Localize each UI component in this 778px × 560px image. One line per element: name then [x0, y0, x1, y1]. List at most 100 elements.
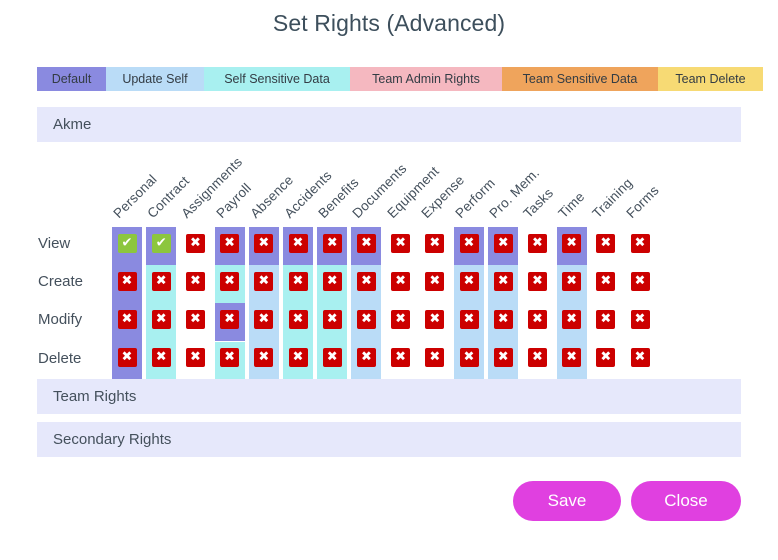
rights-cell-delete-tasks[interactable]: ✖: [527, 348, 547, 368]
rights-cell-delete-training[interactable]: ✖: [596, 348, 616, 368]
rights-cell-view-time[interactable]: ✖: [562, 233, 582, 253]
cross-icon: ✖: [224, 235, 236, 250]
cross-icon: ✖: [497, 273, 509, 289]
rights-cell-create-absence[interactable]: ✖: [254, 271, 274, 291]
rights-cell-create-time[interactable]: ✖: [562, 271, 582, 291]
rights-cell-modify-benefits[interactable]: ✖: [322, 309, 342, 329]
rights-cell-view-contract[interactable]: ✔: [151, 233, 171, 253]
rights-cell-create-expense[interactable]: ✖: [425, 271, 445, 291]
row-label-create: Create: [38, 273, 84, 291]
rights-cell-view-tasks[interactable]: ✖: [527, 233, 547, 253]
rights-cell-delete-accidents[interactable]: ✖: [288, 348, 308, 368]
rights-cell-create-tasks[interactable]: ✖: [527, 271, 547, 291]
rights-cell-modify-personal[interactable]: ✖: [117, 309, 137, 329]
accordion-secondary-rights[interactable]: Secondary Rights: [37, 422, 741, 458]
rights-cell-create-equipment[interactable]: ✖: [391, 271, 411, 291]
rights-cell-modify-time[interactable]: ✖: [562, 309, 582, 329]
cross-icon: ✖: [360, 311, 372, 327]
close-button[interactable]: Close: [631, 481, 741, 521]
rights-cell-view-benefits[interactable]: ✖: [322, 233, 342, 253]
cross-icon: ✖: [326, 349, 338, 365]
rights-cell-view-payroll[interactable]: ✖: [220, 233, 240, 253]
rights-cell-modify-pro-mem-[interactable]: ✖: [493, 309, 513, 329]
cross-icon: ✖: [463, 311, 475, 327]
rights-cell-delete-pro-mem-[interactable]: ✖: [493, 348, 513, 368]
rights-cell-view-expense[interactable]: ✖: [425, 233, 445, 253]
rights-cell-modify-equipment[interactable]: ✖: [391, 309, 411, 329]
rights-cell-create-assignments[interactable]: ✖: [185, 271, 205, 291]
cross-icon: ✖: [497, 349, 509, 365]
save-button[interactable]: Save: [513, 481, 621, 521]
accordion-team-rights[interactable]: Team Rights: [37, 379, 741, 415]
rights-cell-delete-forms[interactable]: ✖: [630, 348, 650, 368]
rights-cell-view-absence[interactable]: ✖: [254, 233, 274, 253]
rights-cell-create-pro-mem-[interactable]: ✖: [493, 271, 513, 291]
rights-cell-modify-payroll[interactable]: ✖: [220, 309, 240, 329]
rights-cell-delete-time[interactable]: ✖: [562, 348, 582, 368]
cross-icon: ✖: [600, 311, 612, 327]
rights-cell-delete-benefits[interactable]: ✖: [322, 348, 342, 368]
rights-cell-delete-absence[interactable]: ✖: [254, 348, 274, 368]
rights-cell-delete-personal[interactable]: ✖: [117, 348, 137, 368]
rights-cell-modify-accidents[interactable]: ✖: [288, 309, 308, 329]
rights-cell-modify-expense[interactable]: ✖: [425, 309, 445, 329]
cross-icon: ✖: [634, 273, 646, 289]
cross-icon: ✖: [189, 235, 201, 250]
rights-cell-create-documents[interactable]: ✖: [356, 271, 376, 291]
cross-icon: ✖: [497, 311, 509, 327]
accordion-team-rights-label: Team Rights: [53, 388, 137, 405]
accordion-secondary-rights-label: Secondary Rights: [53, 431, 172, 448]
rights-cell-modify-training[interactable]: ✖: [596, 309, 616, 329]
rights-cell-delete-assignments[interactable]: ✖: [185, 348, 205, 368]
rights-cell-delete-perform[interactable]: ✖: [459, 348, 479, 368]
rights-cell-modify-tasks[interactable]: ✖: [527, 309, 547, 329]
rights-cell-view-equipment[interactable]: ✖: [391, 233, 411, 253]
rights-cell-delete-contract[interactable]: ✖: [151, 348, 171, 368]
rights-cell-modify-documents[interactable]: ✖: [356, 309, 376, 329]
rights-cell-delete-expense[interactable]: ✖: [425, 348, 445, 368]
row-label-delete: Delete: [38, 349, 82, 367]
rights-cell-create-contract[interactable]: ✖: [151, 271, 171, 291]
rights-cell-view-perform[interactable]: ✖: [459, 233, 479, 253]
rights-cell-create-perform[interactable]: ✖: [459, 271, 479, 291]
cross-icon: ✖: [566, 349, 578, 365]
cross-icon: ✖: [429, 349, 441, 365]
rights-cell-view-documents[interactable]: ✖: [356, 233, 376, 253]
rights-cell-delete-equipment[interactable]: ✖: [391, 348, 411, 368]
rights-cell-view-assignments[interactable]: ✖: [185, 233, 205, 253]
rights-cell-modify-absence[interactable]: ✖: [254, 309, 274, 329]
row-label-view: View: [38, 235, 71, 252]
rights-cell-delete-documents[interactable]: ✖: [356, 348, 376, 368]
rights-cell-modify-perform[interactable]: ✖: [459, 309, 479, 329]
cross-icon: ✖: [121, 273, 133, 289]
cross-icon: ✖: [292, 349, 304, 365]
rights-cell-view-accidents[interactable]: ✖: [288, 233, 308, 253]
cross-icon: ✖: [155, 349, 167, 365]
rights-cell-view-forms[interactable]: ✖: [630, 233, 650, 253]
rights-cell-view-personal[interactable]: ✔: [117, 233, 137, 253]
cross-icon: ✖: [155, 311, 167, 327]
rights-cell-view-pro-mem-[interactable]: ✖: [493, 233, 513, 253]
cross-icon: ✖: [600, 235, 612, 250]
cross-icon: ✖: [566, 235, 578, 250]
rights-cell-create-payroll[interactable]: ✖: [220, 271, 240, 291]
cross-icon: ✖: [292, 273, 304, 289]
rights-cell-create-forms[interactable]: ✖: [630, 271, 650, 291]
cross-icon: ✖: [224, 311, 236, 327]
rights-cell-view-training[interactable]: ✖: [596, 233, 616, 253]
rights-cell-create-personal[interactable]: ✖: [117, 271, 137, 291]
cross-icon: ✖: [395, 235, 407, 250]
rights-cell-create-training[interactable]: ✖: [596, 271, 616, 291]
rights-cell-modify-assignments[interactable]: ✖: [185, 309, 205, 329]
rights-cell-modify-forms[interactable]: ✖: [630, 309, 650, 329]
rights-cell-modify-contract[interactable]: ✖: [151, 309, 171, 329]
cross-icon: ✖: [360, 235, 372, 250]
rights-cell-delete-payroll[interactable]: ✖: [220, 348, 240, 368]
row-label-modify: Modify: [38, 311, 83, 329]
cross-icon: ✖: [395, 349, 407, 365]
rights-cell-create-accidents[interactable]: ✖: [288, 271, 308, 291]
cross-icon: ✖: [566, 273, 578, 289]
cross-icon: ✖: [258, 349, 270, 365]
rights-cell-create-benefits[interactable]: ✖: [322, 271, 342, 291]
cross-icon: ✖: [463, 235, 475, 250]
